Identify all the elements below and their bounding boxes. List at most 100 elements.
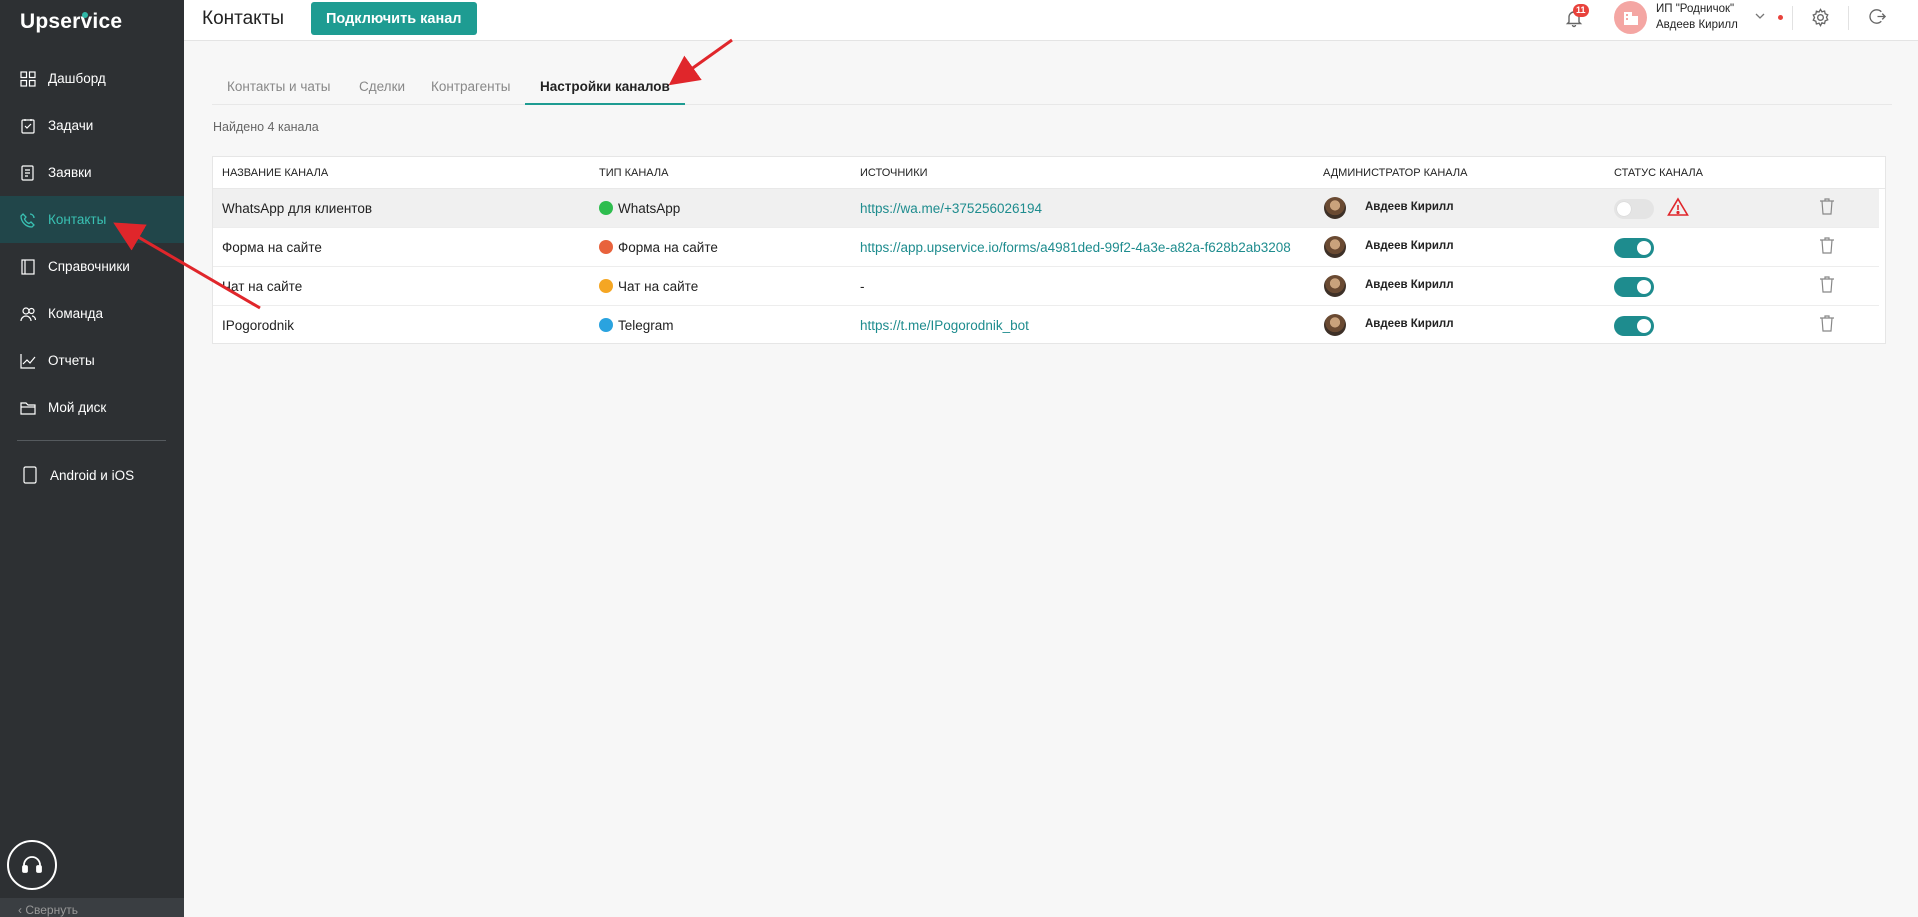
- trash-icon[interactable]: [1819, 275, 1835, 293]
- sidebar-item-dashboard[interactable]: Дашборд: [0, 55, 184, 102]
- admin-name: Авдеев Кирилл: [1365, 279, 1454, 291]
- channel-name: WhatsApp для клиентов: [222, 201, 372, 216]
- folder-icon: [20, 400, 36, 416]
- company-info[interactable]: ИП "Родничок" Авдеев Кирилл: [1656, 1, 1738, 33]
- sidebar-item-requests[interactable]: Заявки: [0, 149, 184, 196]
- annotation-arrow-tab: [668, 38, 733, 86]
- status-toggle[interactable]: [1614, 316, 1654, 336]
- tab-channel-settings[interactable]: Настройки каналов: [525, 79, 685, 105]
- toggle-knob: [1637, 319, 1651, 333]
- collapse-sidebar-button[interactable]: ‹ Свернуть: [0, 898, 184, 917]
- form-icon: [599, 240, 613, 254]
- contacts-icon: [20, 212, 36, 228]
- company-avatar[interactable]: [1614, 1, 1647, 34]
- telegram-icon: [599, 318, 613, 332]
- channels-table: Название канала Тип канала Источники Адм…: [212, 156, 1886, 344]
- sidebar-item-contacts[interactable]: Контакты: [0, 196, 184, 243]
- toggle-knob: [1637, 241, 1651, 255]
- phone-icon: [23, 466, 37, 484]
- building-icon: [1623, 11, 1638, 25]
- status-toggle[interactable]: [1614, 238, 1654, 258]
- warning-icon: [1667, 197, 1689, 216]
- book-icon: [20, 258, 36, 275]
- trash-icon[interactable]: [1819, 314, 1835, 332]
- sidebar-item-label: Команда: [48, 306, 104, 321]
- chat-icon: [599, 279, 613, 293]
- sidebar-divider: [17, 440, 166, 441]
- table-row[interactable]: Чат на сайте Чат на сайте - Авдеев Кирил…: [213, 267, 1879, 306]
- sidebar-item-label: Дашборд: [48, 71, 106, 86]
- sidebar-item-label: Android и iOS: [50, 467, 135, 483]
- channel-source-link[interactable]: https://wa.me/+375256026194: [860, 201, 1042, 216]
- table-row[interactable]: Форма на сайте Форма на сайте https://ap…: [213, 228, 1879, 267]
- table-row[interactable]: WhatsApp для клиентов WhatsApp https://w…: [213, 189, 1879, 228]
- toggle-knob: [1637, 280, 1651, 294]
- avatar: [1324, 236, 1346, 258]
- connect-channel-button[interactable]: Подключить канал: [311, 2, 477, 35]
- app-logo[interactable]: Upservice: [20, 10, 122, 34]
- channel-type: Чат на сайте: [599, 279, 698, 294]
- channel-type: Форма на сайте: [599, 240, 718, 255]
- results-count: Найдено 4 канала: [213, 120, 319, 134]
- channel-name: IPogorodnik: [222, 318, 295, 333]
- company-name: ИП "Родничок": [1656, 3, 1735, 15]
- chevron-down-icon[interactable]: [1754, 10, 1766, 22]
- sidebar-item-label: Мой диск: [48, 400, 107, 415]
- tab-deals[interactable]: Сделки: [359, 79, 405, 105]
- sidebar-item-tasks[interactable]: Задачи: [0, 102, 184, 149]
- gear-icon[interactable]: [1811, 8, 1830, 27]
- sidebar-item-mobile[interactable]: Android и iOS: [23, 466, 134, 484]
- channel-type: WhatsApp: [599, 201, 680, 216]
- sidebar-item-label: Справочники: [48, 259, 130, 274]
- channel-type-label: Форма на сайте: [618, 240, 718, 255]
- support-button[interactable]: [7, 840, 57, 890]
- tasks-icon: [20, 118, 36, 134]
- table-header: Название канала Тип канала Источники Адм…: [213, 157, 1885, 189]
- channel-source-link[interactable]: https://t.me/IPogorodnik_bot: [860, 318, 1029, 333]
- channel-name: Форма на сайте: [222, 240, 322, 255]
- tab-counterparties[interactable]: Контрагенты: [431, 79, 511, 105]
- admin-name: Авдеев Кирилл: [1365, 240, 1454, 252]
- whatsapp-icon: [599, 201, 613, 215]
- channel-name: Чат на сайте: [222, 279, 303, 294]
- avatar: [1324, 197, 1346, 219]
- tab-bar: Контакты и чаты Сделки Контрагенты Настр…: [212, 76, 1892, 105]
- tab-contacts-chats[interactable]: Контакты и чаты: [227, 79, 331, 105]
- status-toggle[interactable]: [1614, 199, 1654, 219]
- channel-type-label: WhatsApp: [618, 201, 681, 216]
- sidebar-item-label: Задачи: [48, 118, 94, 133]
- avatar: [1324, 275, 1346, 297]
- logout-icon[interactable]: [1868, 7, 1887, 26]
- channel-type-label: Чат на сайте: [618, 279, 699, 294]
- dashboard-icon: [20, 70, 36, 87]
- channel-source-link[interactable]: https://app.upservice.io/forms/a4981ded-…: [860, 240, 1291, 255]
- sidebar-item-team[interactable]: Команда: [0, 290, 184, 337]
- sidebar: Upservice Дашборд Задачи Заявки Контакты: [0, 0, 184, 917]
- column-header: Администратор канала: [1323, 167, 1468, 179]
- header-separator: [1792, 6, 1793, 30]
- admin-name: Авдеев Кирилл: [1365, 318, 1454, 330]
- column-header: Название канала: [222, 167, 329, 179]
- table-row[interactable]: IPogorodnik Telegram https://t.me/IPogor…: [213, 306, 1879, 345]
- sidebar-item-label: Отчеты: [48, 353, 95, 368]
- status-dot: [1778, 15, 1783, 20]
- page-title: Контакты: [202, 8, 285, 29]
- channel-type: Telegram: [599, 318, 674, 333]
- chart-icon: [20, 353, 36, 369]
- sidebar-item-references[interactable]: Справочники: [0, 243, 184, 290]
- sidebar-item-reports[interactable]: Отчеты: [0, 337, 184, 384]
- column-header: Статус канала: [1614, 167, 1703, 179]
- sidebar-item-disk[interactable]: Мой диск: [0, 384, 184, 431]
- toggle-knob: [1617, 202, 1631, 216]
- team-icon: [20, 306, 36, 322]
- status-toggle[interactable]: [1614, 277, 1654, 297]
- column-header: Источники: [860, 167, 928, 179]
- trash-icon[interactable]: [1819, 236, 1835, 254]
- annotation-overlay: [113, 38, 733, 310]
- trash-icon[interactable]: [1819, 197, 1835, 215]
- headset-icon: [22, 856, 42, 873]
- notifications-badge: 11: [1573, 4, 1589, 17]
- sidebar-nav: Дашборд Задачи Заявки Контакты Справочни…: [0, 55, 184, 431]
- collapse-label: Свернуть: [25, 903, 78, 917]
- requests-icon: [20, 164, 36, 181]
